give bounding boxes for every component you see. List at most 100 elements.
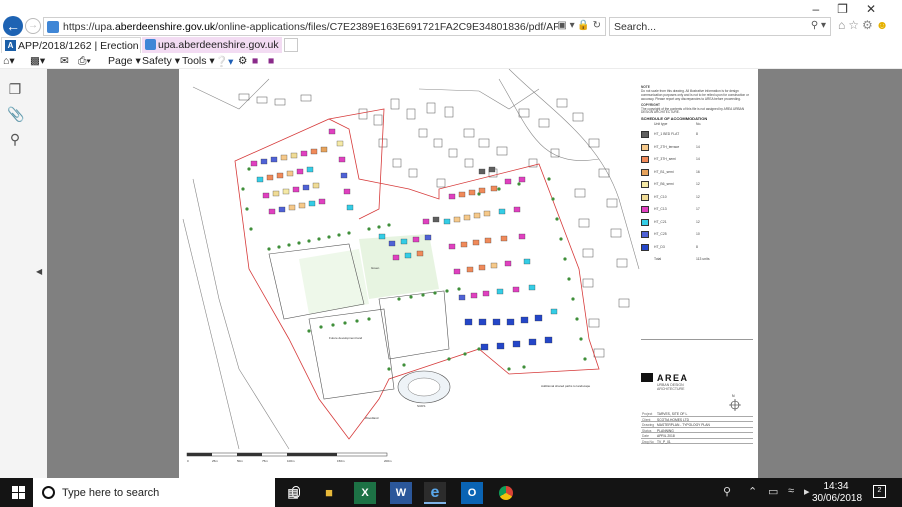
pdf-side-panel: ❐ 📎 ⚲ [0, 69, 30, 478]
schedule-total-row: Total 113 units [641, 254, 753, 267]
word-icon[interactable]: W [390, 482, 412, 504]
taskbar-search-input[interactable] [62, 484, 242, 501]
tab-planning-application[interactable]: A APP/2018/1262 | Erection of 11... [1, 37, 141, 53]
volume-icon[interactable]: ▸ [804, 485, 810, 498]
favorites-icon[interactable]: ☆ [848, 18, 862, 32]
title-block-key: Status [642, 428, 652, 433]
unit-swatch [641, 218, 649, 226]
refresh-icon[interactable]: ↻ [593, 20, 601, 31]
search-icon[interactable]: ⚲ ▾ [811, 20, 826, 31]
url-domain: aberdeenshire.gov.uk [114, 21, 216, 33]
unit-swatch [641, 231, 649, 239]
scale-tick-150: 150m [337, 459, 345, 463]
home-menu-icon[interactable]: ⌂▾ [3, 55, 15, 67]
url-text[interactable]: https://upa.aberdeenshire.gov.uk/online-… [63, 21, 558, 33]
aberdeenshire-logo-icon: A [5, 40, 16, 51]
send-to-onenote-icon[interactable]: ■ [268, 55, 274, 67]
people-icon[interactable]: ⚲ [723, 485, 731, 498]
unit-type: HT_1 BED FLAT [654, 132, 680, 137]
read-mail-icon[interactable]: ✉ [60, 55, 69, 67]
new-tab-button[interactable] [284, 38, 298, 52]
back-button[interactable]: ← [3, 16, 23, 36]
title-block-key: Drawing [642, 423, 655, 427]
taskbar-search[interactable] [33, 478, 300, 507]
tab-label: APP/2018/1262 | Erection of 11... [18, 40, 140, 52]
scale-bar [186, 452, 388, 457]
feedback-smiley-icon[interactable]: ☻ [876, 18, 892, 32]
url-prefix: https://upa. [63, 21, 115, 33]
safety-menu[interactable]: Safety ▾ [142, 55, 180, 67]
unit-type: HT_3TH_semi [654, 157, 676, 162]
title-block-key: Client [642, 417, 651, 422]
system-clock[interactable]: 14:34 30/06/2018 [812, 481, 862, 505]
wifi-icon[interactable]: ≈ [788, 485, 794, 497]
unit-swatch [641, 143, 649, 151]
scale-tick-50: 50m [237, 459, 243, 463]
area-logo-subtitle: URBAN DESIGN ARCHITECTURE [657, 383, 685, 391]
unit-type: HT_C10 [654, 194, 667, 199]
tools-menu[interactable]: Tools ▾ [182, 55, 215, 67]
title-divider [641, 339, 753, 340]
unit-type: HT_C25 [654, 232, 667, 237]
unit-count: 12 [696, 182, 700, 187]
title-block-key: Dwg No [642, 439, 654, 444]
show-hidden-icons[interactable]: ⌃ [748, 485, 757, 498]
extension-icon[interactable]: ⚙ [238, 55, 247, 67]
unit-count: 12 [696, 219, 700, 224]
title-block: Project TARVES, SITE OF L Client SCOTIA HOM… [641, 411, 753, 477]
unit-swatch [641, 131, 649, 139]
print-icon[interactable]: ⎙▾ [78, 55, 91, 68]
search-field[interactable]: ⚲ ▾ [609, 17, 831, 36]
action-center-icon[interactable]: 2 [873, 485, 886, 498]
unit-swatch [641, 168, 649, 176]
dropdown-icon[interactable]: ▾ [570, 20, 575, 31]
search-icon[interactable]: ⚲ [7, 131, 23, 147]
page-menu[interactable]: Page ▾ [108, 55, 141, 67]
home-icon[interactable]: ⌂ [838, 18, 848, 32]
north-arrow-icon [729, 399, 741, 411]
tab-pdf-document[interactable]: upa.aberdeenshire.gov.uk [142, 37, 282, 53]
help-icon[interactable]: ❔▾ [215, 55, 233, 68]
close-icon[interactable]: ✕ [866, 2, 894, 16]
windows-start-icon[interactable] [12, 486, 25, 499]
label-green: Green [371, 266, 380, 270]
cortana-icon [42, 486, 55, 499]
excel-icon[interactable]: X [354, 482, 376, 504]
forward-button[interactable]: → [25, 18, 41, 34]
onenote-icon[interactable]: ■ [252, 55, 258, 67]
copyright-text: The copyright of the contents of this fi… [641, 106, 745, 115]
search-input[interactable] [610, 18, 790, 35]
battery-icon[interactable]: ▭ [768, 485, 778, 498]
schedule-header-type: Unit type [654, 122, 668, 127]
scale-tick-75: 75m [262, 459, 268, 463]
task-view-icon[interactable]: ▤ [282, 482, 304, 504]
ie-page-icon [145, 39, 156, 50]
rss-feed-icon[interactable]: ▩▾ [30, 55, 45, 67]
minimize-icon[interactable]: – [812, 2, 837, 16]
label-suds: SUDS [417, 404, 425, 408]
label-woodland: Woodland [365, 416, 379, 420]
unit-swatch [641, 193, 649, 201]
attachments-icon[interactable]: 📎 [7, 106, 24, 122]
settings-icon[interactable]: ⚙ [862, 18, 876, 32]
internet-explorer-icon[interactable]: e [424, 482, 446, 504]
unit-swatch [641, 243, 649, 251]
collapse-panel-icon[interactable]: ◀ [36, 267, 42, 276]
file-explorer-icon[interactable]: ■ [318, 482, 340, 504]
restore-icon[interactable]: ❐ [837, 2, 866, 16]
unit-count: 8 [696, 244, 698, 249]
page-icon [47, 21, 59, 33]
compat-view-icon[interactable]: ▣ [557, 20, 566, 31]
schedule-row: HT_B1_semi 16 [641, 167, 753, 180]
url-field[interactable]: https://upa.aberdeenshire.gov.uk/online-… [43, 17, 606, 36]
unit-type: HT_C13 [654, 207, 667, 212]
unit-count: 14 [696, 157, 700, 162]
page-menu-label: Page [108, 55, 133, 67]
pages-icon[interactable]: ❐ [7, 81, 23, 97]
notes-text: Do not scale from this drawing. All illu… [641, 88, 749, 101]
scale-tick-100: 100m [287, 459, 295, 463]
schedule-row: HT_3TH_semi 14 [641, 154, 753, 167]
lock-icon[interactable]: 🔒 [577, 20, 589, 31]
outlook-icon[interactable]: O [461, 482, 483, 504]
chrome-icon[interactable] [495, 482, 517, 504]
